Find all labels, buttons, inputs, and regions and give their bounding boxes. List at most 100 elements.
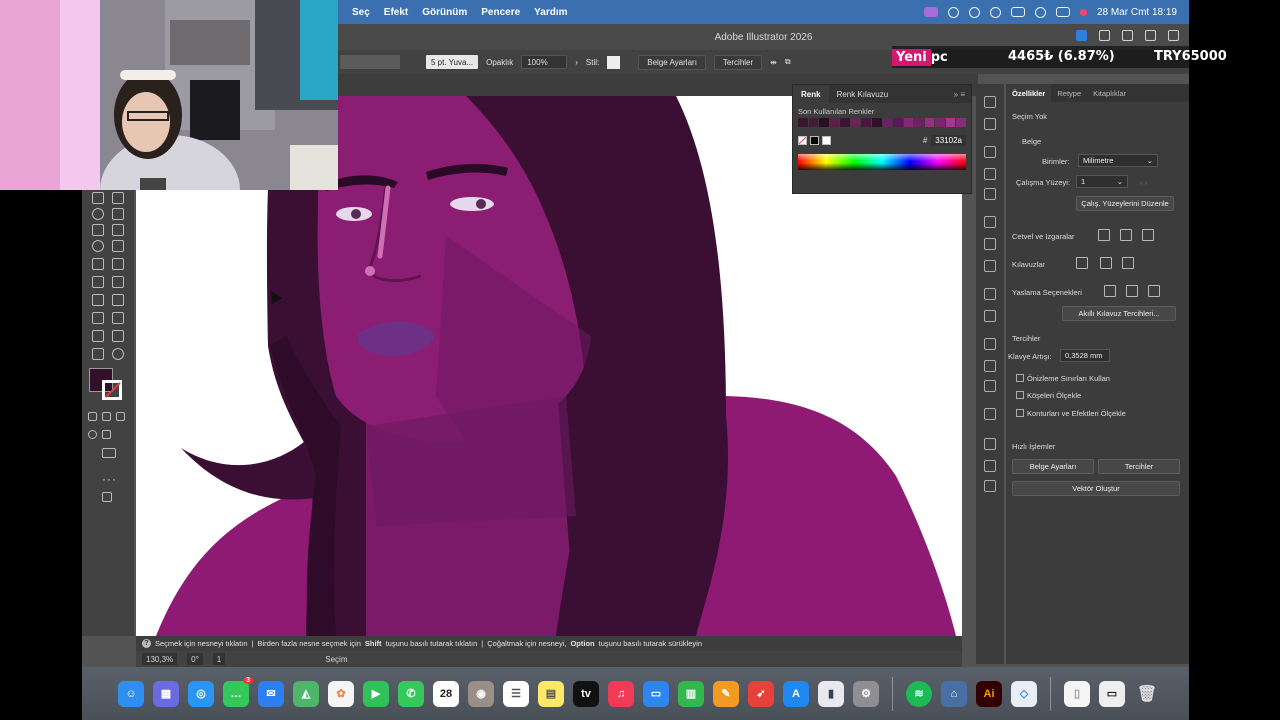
recent-color-swatch[interactable]	[850, 118, 861, 127]
snap-to-point-icon[interactable]	[1104, 285, 1116, 297]
show-guides-icon[interactable]	[1076, 257, 1088, 269]
rotate-tool-icon[interactable]	[92, 208, 104, 220]
transform-panel-icon[interactable]	[984, 438, 996, 450]
spotify-icon[interactable]: ≋	[906, 680, 932, 707]
app-folder-icon[interactable]: ◇	[1011, 680, 1037, 707]
color-panel-icon[interactable]	[984, 146, 996, 158]
photos-icon[interactable]: ✿	[328, 680, 354, 707]
tab-properties[interactable]: Özellikler	[1006, 84, 1052, 102]
menu-view[interactable]: Görünüm	[422, 7, 467, 18]
gradient-panel-icon[interactable]	[984, 238, 996, 250]
asset-export-panel-icon[interactable]	[984, 380, 996, 392]
properties-panel-icon[interactable]	[984, 96, 996, 108]
measure-tool-icon[interactable]	[112, 276, 124, 288]
style-swatch[interactable]	[607, 55, 621, 69]
artboards-panel-icon[interactable]	[984, 360, 996, 372]
recent-color-swatch[interactable]	[798, 118, 808, 127]
finder-alt-icon[interactable]: ⌂	[941, 680, 967, 707]
snap-to-pixel-icon[interactable]	[1126, 285, 1138, 297]
play-icon[interactable]	[968, 6, 980, 18]
blend-tool-icon[interactable]	[92, 294, 104, 306]
illustrator-icon[interactable]: Ai	[976, 680, 1002, 707]
brush-select[interactable]: 5 pt. Yuva...	[426, 55, 479, 69]
stroke-panel-icon[interactable]	[984, 216, 996, 228]
menu-window[interactable]: Pencere	[481, 7, 520, 18]
scale-strokes-checkbox[interactable]	[1016, 409, 1024, 417]
recent-color-swatch[interactable]	[808, 118, 819, 127]
app-store-icon[interactable]: A	[783, 680, 809, 707]
screen-record-icon[interactable]	[923, 7, 938, 17]
facetime-icon[interactable]: ▶	[363, 680, 389, 707]
white-swatch[interactable]	[822, 136, 831, 145]
workspace-switcher-icon[interactable]	[1145, 30, 1156, 41]
panel-menu-icon[interactable]: » ≡	[946, 85, 971, 103]
recent-color-swatch[interactable]	[861, 118, 871, 127]
eyedropper-tool-icon[interactable]	[92, 276, 104, 288]
preview-icon[interactable]: ▮	[818, 680, 844, 707]
ruler-icon[interactable]	[1098, 229, 1110, 241]
messages-icon[interactable]: 3…	[223, 676, 253, 707]
recent-color-swatch[interactable]	[956, 118, 966, 127]
tab-color-guide[interactable]: Renk Kılavuzu	[829, 85, 897, 103]
none-swatch-icon[interactable]	[798, 136, 807, 145]
shape-builder-tool-icon[interactable]	[92, 240, 104, 252]
graph-tool-icon[interactable]	[92, 312, 104, 324]
snap-to-glyph-icon[interactable]	[1148, 285, 1160, 297]
black-swatch[interactable]	[810, 136, 819, 145]
reminders-icon[interactable]: ☰	[503, 680, 529, 707]
preview-bounds-checkbox[interactable]	[1016, 374, 1024, 382]
rotation-field[interactable]: 0°	[187, 653, 203, 665]
pages-icon[interactable]: ✎	[713, 680, 739, 707]
notes-icon[interactable]: ▤	[538, 680, 564, 707]
edit-artboards-button[interactable]: Çalış. Yüzeylerini Düzenle	[1076, 196, 1174, 211]
live-paint-tool-icon[interactable]	[112, 240, 124, 252]
pathfinder-panel-icon[interactable]	[984, 480, 996, 492]
recent-color-swatch[interactable]	[829, 118, 840, 127]
quick-preferences-button[interactable]: Tercihler	[1098, 459, 1180, 474]
recent-color-swatch[interactable]	[840, 118, 850, 127]
hex-field[interactable]: # 33102a	[923, 135, 966, 146]
print-tiling-tool-icon[interactable]	[92, 348, 104, 360]
menu-help[interactable]: Yardım	[534, 7, 567, 18]
menu-effect[interactable]: Efekt	[384, 7, 408, 18]
recent-color-swatch[interactable]	[935, 118, 945, 127]
artboard-nav-arrows[interactable]: ‹ ›	[1140, 178, 1147, 187]
tab-retype[interactable]: Retype	[1051, 84, 1087, 102]
keynote-icon[interactable]: ▭	[643, 680, 669, 707]
tab-color[interactable]: Renk	[793, 85, 829, 103]
siri-icon[interactable]	[1079, 8, 1087, 16]
artboard-navigator[interactable]: 1	[212, 653, 226, 665]
wifi-icon[interactable]	[989, 6, 1001, 18]
share-icon[interactable]	[1076, 30, 1087, 41]
align-icon[interactable]: ⇹	[770, 58, 777, 67]
artboard-tool-icon[interactable]	[112, 312, 124, 324]
edit-toolbar-icon[interactable]	[102, 492, 112, 502]
keyboard-increment-field[interactable]: 0,3528 mm	[1060, 349, 1110, 362]
creative-cloud-icon[interactable]	[947, 6, 959, 18]
numbers-icon[interactable]: ▥	[678, 680, 704, 707]
maps-icon[interactable]: ◭	[293, 680, 319, 707]
zoom-field[interactable]: 130,3%	[142, 653, 178, 665]
more-tools-icon[interactable]: ···	[102, 472, 117, 486]
grid-icon[interactable]	[1120, 229, 1132, 241]
rocket-icon[interactable]: ➶	[748, 680, 774, 707]
smart-guides-icon[interactable]	[1122, 257, 1134, 269]
recent-color-swatch[interactable]	[924, 118, 935, 127]
gradient-tool-icon[interactable]	[112, 258, 124, 270]
align-panel-icon[interactable]	[984, 460, 996, 472]
recent-color-swatch[interactable]	[945, 118, 956, 127]
export-icon[interactable]: ⧉	[785, 57, 791, 67]
lock-guides-icon[interactable]	[1100, 257, 1112, 269]
recent-color-swatch[interactable]	[914, 118, 924, 127]
calendar-icon[interactable]: 28	[433, 680, 459, 707]
brush-icon[interactable]	[1099, 30, 1110, 41]
smart-guide-prefs-button[interactable]: Akıllı Kılavuz Tercihleri...	[1062, 306, 1176, 321]
transparency-grid-icon[interactable]	[1142, 229, 1154, 241]
symbol-sprayer-tool-icon[interactable]	[112, 294, 124, 306]
recent-color-swatch[interactable]	[893, 118, 903, 127]
music-icon[interactable]: ♫	[608, 680, 634, 707]
preferences-button[interactable]: Tercihler	[713, 54, 763, 70]
apple-tv-icon[interactable]: tv	[573, 680, 599, 707]
brushes-panel-icon[interactable]	[984, 168, 996, 180]
downloads-stack-icon[interactable]: ▭	[1099, 680, 1125, 707]
